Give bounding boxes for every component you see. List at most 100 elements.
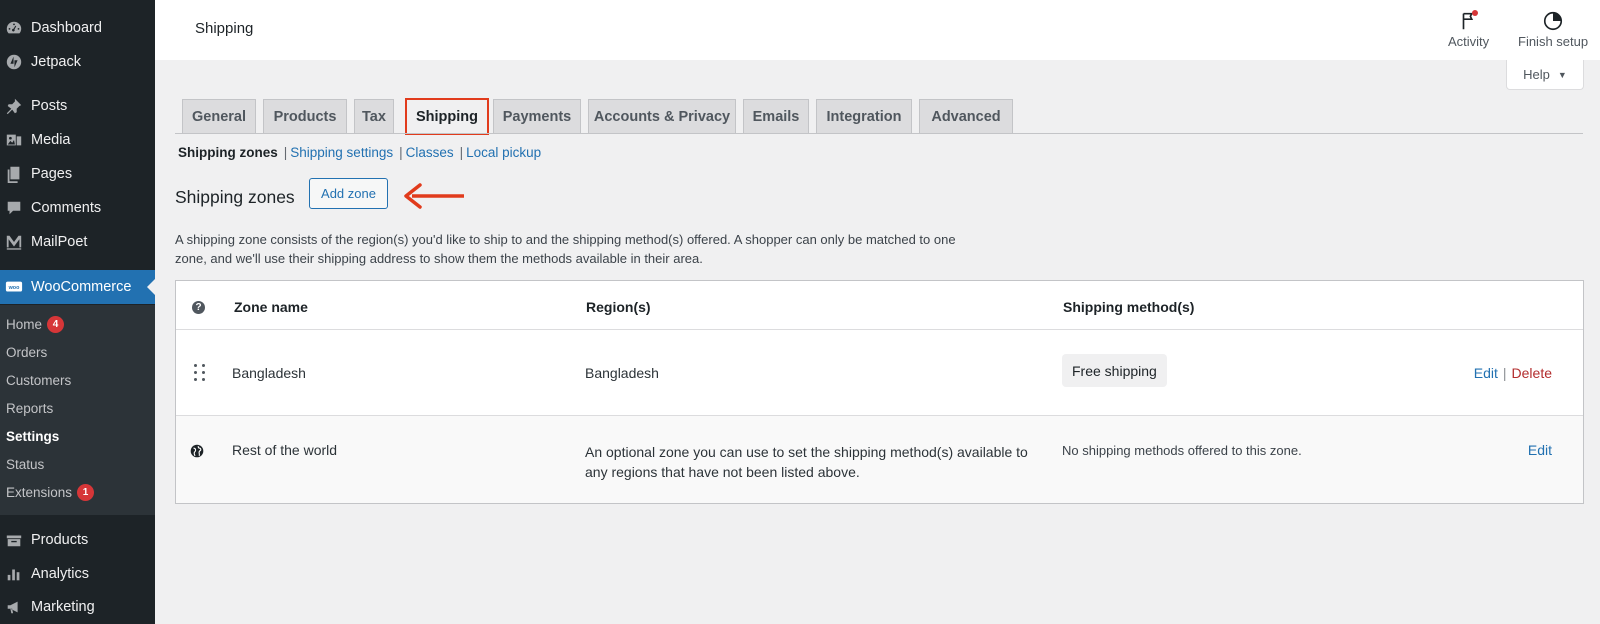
- menu-label: Marketing: [31, 599, 95, 615]
- tab-payments[interactable]: Payments: [493, 99, 581, 134]
- column-header-regions: Region(s): [586, 299, 651, 315]
- menu-label: Comments: [31, 200, 102, 216]
- menu-label: Posts: [31, 98, 68, 114]
- submenu-label: Customers: [6, 372, 72, 388]
- row-actions: Edit: [1528, 442, 1552, 458]
- mailpoet-icon: [2, 232, 26, 252]
- submenu-item-extensions[interactable]: Extensions 1: [6, 481, 95, 503]
- help-button[interactable]: Help ▼: [1506, 60, 1584, 90]
- activity-dot: [1471, 10, 1478, 16]
- help-tip-icon[interactable]: ?: [192, 301, 205, 314]
- menu-label: Products: [31, 532, 89, 548]
- menu-item-dashboard[interactable]: Dashboard: [0, 11, 155, 45]
- media-icon: [2, 130, 26, 150]
- pin-icon: [2, 96, 26, 116]
- zone-name: Rest of the world: [232, 442, 338, 458]
- progress-circle-icon: [1541, 8, 1565, 34]
- menu-item-woocommerce[interactable]: woo WooCommerce: [0, 270, 155, 304]
- subnav-separator: |: [459, 145, 464, 160]
- subnav-link-classes[interactable]: Classes: [406, 145, 454, 160]
- woo-icon: woo: [2, 277, 26, 297]
- pages-icon: [2, 164, 26, 184]
- menu-label: Media: [31, 132, 71, 148]
- add-zone-button[interactable]: Add zone: [309, 178, 388, 209]
- help-label: Help: [1523, 67, 1550, 82]
- admin-sidebar: Dashboard Jetpack Posts Media Pages Comm…: [0, 0, 155, 624]
- tab-emails[interactable]: Emails: [743, 99, 809, 134]
- subnav-separator: |: [399, 145, 403, 160]
- column-header-zone-name: Zone name: [234, 299, 308, 315]
- table-row: Bangladesh Bangladesh Free shipping Edit…: [176, 329, 1583, 415]
- menu-label: WooCommerce: [31, 279, 132, 295]
- dashboard-icon: [2, 18, 26, 38]
- delete-link[interactable]: Delete: [1512, 365, 1552, 381]
- submenu-item-status[interactable]: Status: [6, 453, 44, 475]
- edit-link[interactable]: Edit: [1528, 442, 1552, 458]
- activity-button[interactable]: Activity: [1448, 8, 1489, 49]
- menu-item-marketing[interactable]: Marketing: [0, 590, 155, 624]
- menu-item-products[interactable]: Products: [0, 523, 155, 557]
- tab-general[interactable]: General: [182, 99, 256, 134]
- menu-label: Analytics: [31, 566, 90, 582]
- tab-advanced[interactable]: Advanced: [919, 99, 1013, 134]
- activity-label: Activity: [1448, 34, 1490, 49]
- menu-item-comments[interactable]: Comments: [0, 191, 155, 225]
- subnav-separator: |: [283, 145, 288, 160]
- action-separator: |: [1502, 365, 1507, 381]
- svg-text:woo: woo: [8, 285, 20, 291]
- top-header: Shipping Activity Finish setup: [155, 0, 1600, 60]
- tab-accounts-privacy[interactable]: Accounts & Privacy: [588, 99, 736, 134]
- zone-regions: Bangladesh: [585, 365, 659, 381]
- finish-setup-label: Finish setup: [1518, 34, 1589, 49]
- tab-tax[interactable]: Tax: [354, 99, 394, 134]
- menu-item-pages[interactable]: Pages: [0, 157, 155, 191]
- caret-down-icon: ▼: [1557, 69, 1567, 80]
- submenu-item-customers[interactable]: Customers: [6, 369, 71, 391]
- menu-item-jetpack[interactable]: Jetpack: [0, 45, 155, 79]
- notification-badge: 4: [47, 315, 65, 333]
- menu-label: MailPoet: [31, 234, 88, 250]
- shipping-zones-table: ? Zone name Region(s) Shipping method(s)…: [175, 280, 1584, 504]
- menu-item-media[interactable]: Media: [0, 123, 155, 157]
- menu-label: Pages: [31, 166, 73, 182]
- row-actions: Edit | Delete: [1474, 365, 1552, 381]
- subnav-link-shipping-settings[interactable]: Shipping settings: [290, 145, 393, 160]
- page-title: Shipping: [195, 20, 254, 37]
- shipping-method-empty: No shipping methods offered to this zone…: [1062, 443, 1302, 458]
- submenu-item-settings[interactable]: Settings: [6, 425, 59, 447]
- table-row: Rest of the world An optional zone you c…: [176, 415, 1583, 503]
- submenu-item-orders[interactable]: Orders: [6, 341, 47, 363]
- drag-handle-icon[interactable]: [194, 364, 206, 382]
- section-heading: Shipping zones: [175, 187, 295, 207]
- megaphone-icon: [2, 597, 26, 617]
- tab-shipping[interactable]: Shipping: [405, 98, 489, 135]
- menu-label: Jetpack: [31, 54, 81, 70]
- tab-products[interactable]: Products: [263, 99, 347, 134]
- zone-regions: An optional zone you can use to set the …: [585, 444, 1028, 480]
- comment-icon: [2, 198, 26, 218]
- tab-integration[interactable]: Integration: [816, 99, 912, 134]
- annotation-arrow-icon: [404, 183, 464, 209]
- column-header-shipping-methods: Shipping method(s): [1063, 299, 1195, 315]
- tabs-divider: [175, 133, 1583, 134]
- finish-setup-button[interactable]: Finish setup: [1518, 8, 1588, 49]
- menu-item-mailpoet[interactable]: MailPoet: [0, 225, 155, 259]
- subnav-link-local-pickup[interactable]: Local pickup: [466, 145, 541, 160]
- menu-item-analytics[interactable]: Analytics: [0, 557, 155, 591]
- menu-label: Dashboard: [31, 20, 102, 36]
- submenu-item-home[interactable]: Home 4: [6, 313, 65, 335]
- shipping-subnav: Shipping zones | Shipping settings | Cla…: [178, 145, 541, 160]
- submenu-label: Home: [6, 316, 43, 332]
- woocommerce-submenu: Home 4 Orders Customers Reports Settings…: [0, 305, 155, 515]
- edit-link[interactable]: Edit: [1474, 365, 1498, 381]
- globe-icon: [190, 444, 204, 458]
- subnav-current-shipping-zones: Shipping zones: [178, 145, 278, 160]
- flag-icon: [1457, 8, 1481, 34]
- zone-name: Bangladesh: [232, 365, 306, 381]
- jetpack-icon: [2, 52, 26, 72]
- zones-description: A shipping zone consists of the region(s…: [175, 232, 956, 266]
- menu-item-posts[interactable]: Posts: [0, 89, 155, 123]
- submenu-item-reports[interactable]: Reports: [6, 397, 53, 419]
- submenu-label: Settings: [6, 428, 60, 444]
- shipping-method-chip[interactable]: Free shipping: [1062, 354, 1167, 387]
